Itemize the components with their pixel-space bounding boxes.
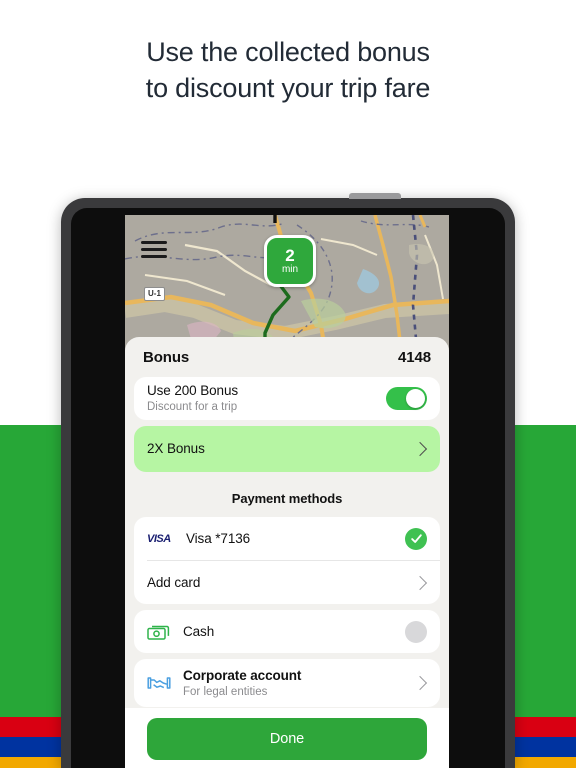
payment-methods-header: Payment methods [231,491,343,506]
map-view[interactable]: 2 min U-1 [125,215,449,350]
use-bonus-subtitle: Discount for a trip [147,401,238,413]
corporate-card: Corporate account For legal entities [134,659,440,707]
done-button[interactable]: Done [147,718,427,760]
eta-unit: min [281,263,299,275]
check-glyph [410,534,422,543]
page-title: Use the collected bonus to discount your… [0,34,576,106]
add-card-title: Add card [147,574,201,590]
device-screen-bezel: 2 min U-1 Bonus 4148 Use 200 Bonus Disco… [71,208,505,768]
chevron-right-icon [412,575,428,590]
corporate-texts: Corporate account For legal entities [183,668,407,699]
cash-card: Cash [134,610,440,653]
road-shield-label: U-1 [144,287,165,301]
visa-title: Visa *7136 [186,530,251,546]
promo-bonus-row[interactable]: 2X Bonus [134,426,440,472]
handshake-glyph [147,677,171,689]
app-screen: 2 min U-1 Bonus 4148 Use 200 Bonus Disco… [125,215,449,768]
page-title-line-1: Use the collected bonus [146,37,430,67]
device-mockup: 2 min U-1 Bonus 4148 Use 200 Bonus Disco… [61,193,515,768]
use-bonus-title: Use 200 Bonus [147,383,239,398]
payment-method-corporate[interactable]: Corporate account For legal entities [134,659,440,707]
corporate-title: Corporate account [183,667,302,683]
bonus-header: Bonus 4148 [134,337,440,377]
bonus-title: Bonus [143,348,190,366]
cash-title: Cash [183,623,215,639]
corporate-subtitle: For legal entities [183,685,268,698]
visa-texts: Visa *7136 [186,531,405,547]
chevron-right-icon [412,441,428,457]
eta-marker[interactable]: 2 min [264,235,316,287]
cash-texts: Cash [183,624,405,640]
promo-bonus-texts: 2X Bonus [147,441,407,457]
use-bonus-toggle[interactable] [386,387,427,410]
menu-icon[interactable] [141,241,167,258]
done-button-bar: Done [125,708,449,768]
chevron-right-icon [412,675,428,691]
cards-card: VISA Visa *7136 Add card [134,517,440,604]
payment-method-visa[interactable]: VISA Visa *7136 [134,517,440,560]
payment-method-cash[interactable]: Cash [134,610,440,653]
cash-icon [147,623,173,641]
payment-method-add-card[interactable]: Add card [134,561,440,604]
cash-glyph [147,625,170,640]
use-bonus-card: Use 200 Bonus Discount for a trip [134,377,440,420]
add-card-texts: Add card [147,575,407,591]
bonus-amount: 4148 [398,348,431,366]
bottom-sheet: Bonus 4148 Use 200 Bonus Discount for a … [125,337,449,768]
cash-radio[interactable] [405,620,427,643]
promo-bonus-title: 2X Bonus [147,441,205,456]
toggle-knob [406,389,425,408]
eta-value: 2 [285,245,295,265]
page-title-line-2: to discount your trip fare [145,73,431,103]
power-button[interactable] [349,193,401,199]
promo-bonus-card[interactable]: 2X Bonus [134,426,440,472]
selected-check-icon[interactable] [405,527,427,550]
visa-logo-icon: VISA [147,532,171,545]
use-bonus-texts: Use 200 Bonus Discount for a trip [147,383,386,414]
use-bonus-row[interactable]: Use 200 Bonus Discount for a trip [134,377,440,420]
handshake-icon [147,675,173,691]
